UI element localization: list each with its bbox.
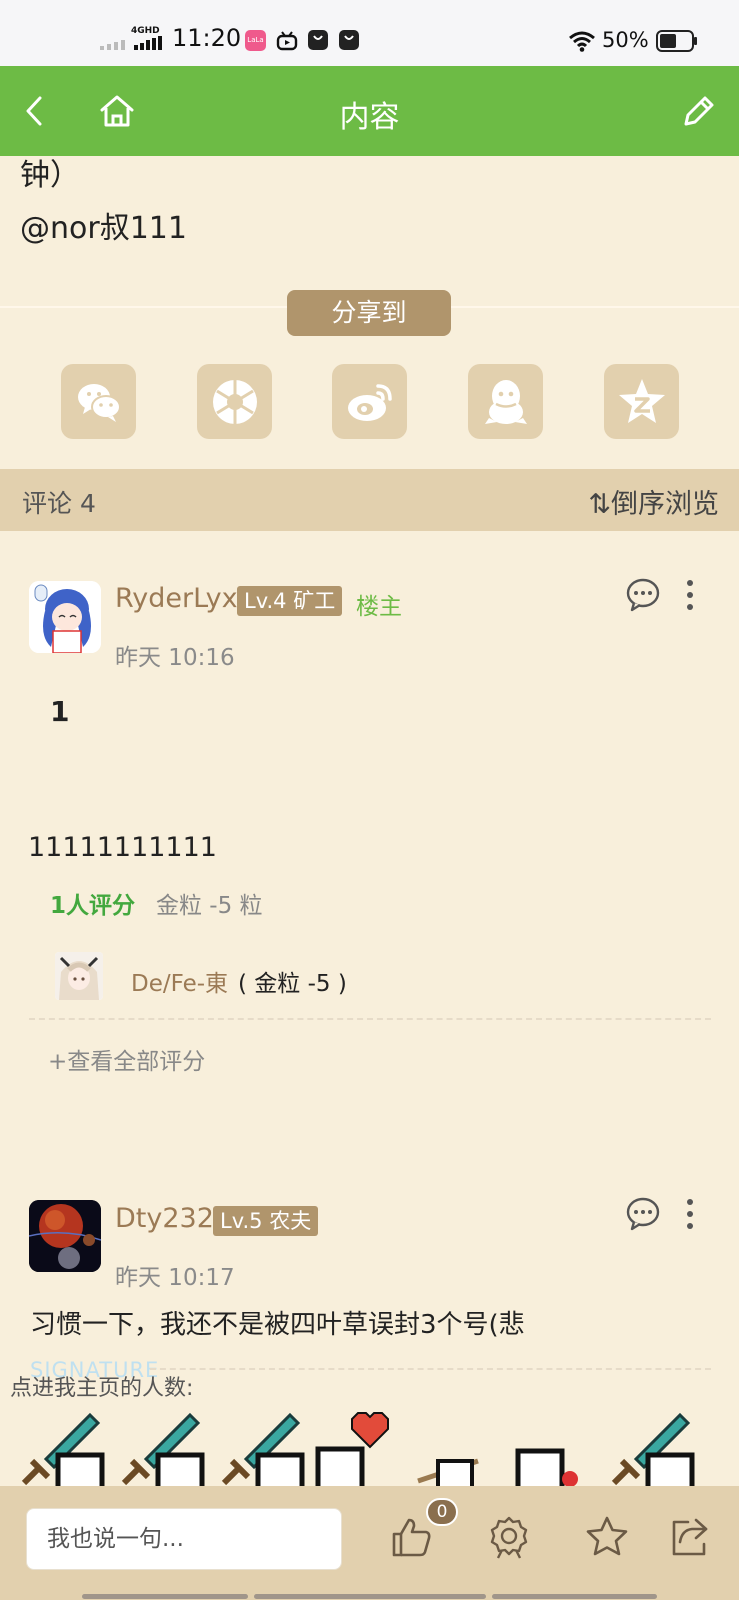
rater-name[interactable]: De/Fe-東 (131, 964, 228, 998)
more-options-icon[interactable] (680, 575, 700, 615)
tv-icon (276, 31, 298, 51)
avatar-image (29, 1200, 101, 1272)
avatar-image (29, 581, 101, 653)
reply-icon[interactable] (623, 1194, 663, 1234)
shopping-bag-icon (308, 30, 328, 50)
battery-icon (656, 30, 697, 52)
status-bar: 4GHD 11:20 LaLa 50% (0, 0, 739, 66)
clock: 11:20 (172, 24, 242, 52)
share-icon[interactable] (666, 1514, 712, 1560)
moments-icon (212, 379, 257, 424)
diamond-sword-icon (21, 1412, 105, 1486)
avatar[interactable] (29, 581, 101, 653)
comment-input[interactable]: 我也说一句... (26, 1508, 342, 1570)
reward-icon[interactable] (486, 1514, 532, 1560)
sort-toggle[interactable]: ⇅倒序浏览 (588, 482, 719, 521)
post-mention[interactable]: @nor叔111 (20, 203, 187, 247)
qq-icon (484, 379, 527, 424)
app-bar: 内容 (0, 66, 739, 156)
rating-count: 1人评分 (50, 893, 136, 919)
diamond-sword-icon (121, 1412, 205, 1486)
signal-strong-icon (134, 36, 162, 50)
comments-header: 评论 4 ⇅倒序浏览 (0, 469, 739, 531)
comment-username[interactable]: Dty232 (115, 1203, 214, 1234)
signal-weak-icon (100, 40, 125, 50)
op-tag: 楼主 (356, 594, 402, 620)
heart-icon (315, 1412, 389, 1486)
avatar[interactable] (29, 1200, 101, 1272)
comment-time: 昨天 10:17 (115, 1265, 235, 1291)
arrow-icon (417, 1458, 479, 1486)
bottom-action-bar: 我也说一句... 0 (0, 1486, 739, 1600)
level-badge: Lv.4 矿工 (237, 586, 343, 616)
comment-count: 评论 4 (22, 489, 96, 518)
signature-text: 点进我主页的人数: (10, 1376, 194, 1401)
battery-percent: 50% (602, 28, 649, 52)
diamond-sword-icon (611, 1412, 695, 1486)
post-text-line: 钟） (20, 158, 80, 193)
wechat-icon (77, 383, 121, 422)
like-count-badge: 0 (426, 1498, 458, 1526)
share-weibo-button[interactable] (332, 364, 407, 439)
comment-time: 昨天 10:16 (115, 645, 235, 671)
favorite-star-icon[interactable] (584, 1514, 630, 1560)
comment-body-bold: 1 (50, 695, 70, 728)
comment-body: 习惯一下，我还不是被四叶草误封3个号(悲 (30, 1310, 525, 1340)
nav-handle (492, 1594, 657, 1599)
view-all-ratings-link[interactable]: +查看全部评分 (48, 1042, 205, 1076)
potion-icon (515, 1448, 578, 1486)
share-wechat-button[interactable] (61, 364, 136, 439)
nav-handle (254, 1594, 486, 1599)
lala-app-icon: LaLa (245, 30, 266, 51)
page-title: 内容 (339, 100, 400, 135)
signature-counter-image (21, 1412, 695, 1486)
share-qq-button[interactable] (468, 364, 543, 439)
shopping-bag-icon-2 (339, 30, 359, 50)
share-label: 分享到 (287, 290, 451, 336)
edit-icon[interactable] (676, 88, 722, 134)
like-icon[interactable] (388, 1514, 434, 1560)
signature-divider (150, 1368, 711, 1370)
network-type: 4GHD (131, 26, 160, 36)
comment-body: 11111111111 (28, 832, 217, 863)
qzone-icon (618, 378, 665, 423)
share-moments-button[interactable] (197, 364, 272, 439)
rater-avatar[interactable] (55, 952, 103, 1000)
nav-handle (82, 1594, 248, 1599)
more-options-icon[interactable] (680, 1194, 700, 1234)
diamond-sword-icon (221, 1412, 305, 1486)
rater-avatar-image (55, 952, 103, 1000)
reply-icon[interactable] (623, 575, 663, 615)
share-qzone-button[interactable] (604, 364, 679, 439)
content-area[interactable]: 钟） @nor叔111 分享到 评论 4 ⇅倒序浏览 RyderLyx Lv.4… (0, 156, 739, 1486)
rater-detail: ( 金粒 -5 ) (238, 971, 347, 997)
wifi-icon (569, 31, 595, 52)
comment-username[interactable]: RyderLyx (115, 583, 238, 614)
weibo-icon (347, 383, 392, 421)
level-badge: Lv.5 农夫 (213, 1206, 319, 1236)
rating-summary: 金粒 -5 粒 (156, 893, 263, 919)
divider (29, 1018, 711, 1020)
